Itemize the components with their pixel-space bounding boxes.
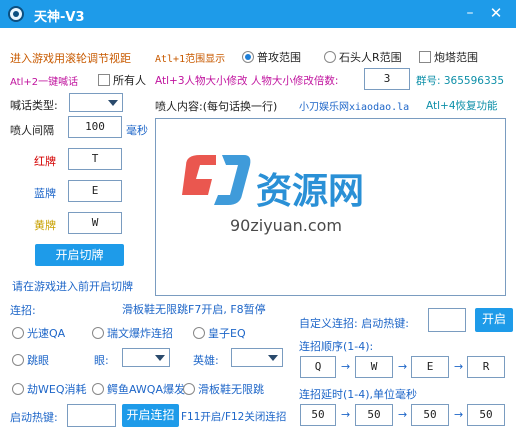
hero-dropdown[interactable] bbox=[231, 348, 283, 367]
site-link-text: 小刀娱乐网xiaodao.la bbox=[299, 102, 410, 113]
custom-delay-label: 连招延时(1-4),单位毫秒 bbox=[299, 388, 418, 401]
radio-unchecked-icon bbox=[324, 51, 336, 63]
chevron-down-icon bbox=[268, 354, 278, 361]
arrow-right-icon: → bbox=[341, 360, 351, 373]
combo-section-label: 连招: bbox=[10, 304, 36, 317]
delay-4-input[interactable]: 50 bbox=[467, 404, 505, 426]
watermark-logo: 资源网 90ziyuan.com bbox=[182, 155, 364, 235]
interval-label: 喷人间隔 bbox=[10, 124, 54, 137]
f11-f12-label: F11开启/F12关闭连招 bbox=[181, 411, 287, 423]
minimize-button[interactable]: – bbox=[460, 4, 480, 24]
combo-option-huangzi[interactable]: 皇子EQ bbox=[193, 325, 246, 341]
radio-unchecked-icon bbox=[92, 327, 104, 339]
combo-hotkey-input[interactable] bbox=[67, 404, 116, 427]
delay-1-input[interactable]: 50 bbox=[300, 404, 336, 426]
combo-option-guangsu[interactable]: 光速QA bbox=[12, 325, 65, 341]
arrow-right-icon: → bbox=[454, 360, 464, 373]
eye-dropdown[interactable] bbox=[122, 348, 170, 367]
checkbox-tower-range[interactable]: 炮塔范围 bbox=[419, 49, 478, 65]
radio-unchecked-icon bbox=[12, 383, 24, 395]
delay-2-input[interactable]: 50 bbox=[355, 404, 393, 426]
checkbox-all-players[interactable]: 所有人 bbox=[98, 72, 146, 88]
watermark-cn-text: 资源网 bbox=[256, 171, 364, 212]
combo-option-ruiwen[interactable]: 瑞文爆炸连招 bbox=[92, 325, 173, 341]
chevron-down-icon bbox=[155, 354, 165, 361]
combo-option-tiaoyan[interactable]: 跳眼 bbox=[12, 352, 49, 368]
scroll-hint-text: 进入游戏用滚轮调节视距 bbox=[10, 52, 131, 65]
group-number-label: 群号: 365596335 bbox=[416, 75, 504, 87]
order-key-3-input[interactable]: E bbox=[411, 356, 449, 378]
yellow-card-label: 黄牌 bbox=[34, 219, 56, 232]
order-key-4-input[interactable]: R bbox=[467, 356, 505, 378]
red-card-label: 红牌 bbox=[34, 155, 56, 168]
shout-content-label: 喷人内容:(每句话换一行) bbox=[155, 100, 278, 113]
delay-3-input[interactable]: 50 bbox=[411, 404, 449, 426]
shout-type-label: 喊话类型: bbox=[10, 99, 58, 112]
title-bar[interactable]: 天神-V3 – ✕ bbox=[0, 0, 516, 28]
arrow-right-icon: → bbox=[398, 360, 408, 373]
interval-input[interactable]: 100 bbox=[68, 116, 122, 138]
hero-label: 英雄: bbox=[193, 354, 219, 367]
radio-unchecked-icon bbox=[12, 354, 24, 366]
start-combo-button[interactable]: 开启连招 bbox=[122, 404, 179, 427]
combo-hotkey-label: 启动热键: bbox=[10, 411, 58, 424]
arrow-right-icon: → bbox=[454, 408, 464, 421]
order-key-2-input[interactable]: W bbox=[355, 356, 393, 378]
chevron-down-icon bbox=[108, 99, 118, 106]
yellow-card-key-input[interactable]: W bbox=[68, 212, 122, 234]
radio-unchecked-icon bbox=[183, 383, 195, 395]
custom-order-label: 连招顺序(1-4): bbox=[299, 340, 374, 353]
alt4-restore-label: Atl+4恢复功能 bbox=[426, 100, 498, 112]
ms-unit-label: 毫秒 bbox=[126, 124, 148, 137]
alt3-scale-label: Atl+3人物大小修改 人物大小修改倍数: bbox=[155, 75, 339, 87]
shout-type-dropdown[interactable] bbox=[69, 93, 123, 112]
radio-checked-icon bbox=[242, 51, 254, 63]
close-button[interactable]: ✕ bbox=[486, 4, 506, 24]
red-card-key-input[interactable]: T bbox=[68, 148, 122, 170]
card-switch-hint: 请在游戏进入前开启切牌 bbox=[12, 280, 133, 293]
arrow-right-icon: → bbox=[341, 408, 351, 421]
alt2-shout-label: Atl+2一键喊话 bbox=[10, 77, 79, 88]
alt1-range-label: Atl+1范围显示 bbox=[155, 54, 226, 65]
watermark-url-text: 90ziyuan.com bbox=[230, 216, 342, 235]
blue-card-label: 蓝牌 bbox=[34, 187, 56, 200]
arrow-right-icon: → bbox=[398, 408, 408, 421]
radio-unchecked-icon bbox=[12, 327, 24, 339]
shout-content-textarea[interactable]: 资源网 90ziyuan.com bbox=[155, 118, 506, 296]
radio-unchecked-icon bbox=[92, 383, 104, 395]
blue-card-key-input[interactable]: E bbox=[68, 180, 122, 202]
radio-stone-r-range[interactable]: 石头人R范围 bbox=[324, 49, 402, 65]
radio-unchecked-icon bbox=[193, 327, 205, 339]
window-title: 天神-V3 bbox=[34, 10, 85, 25]
watermark-90-icon bbox=[182, 155, 251, 205]
eye-label: 眼: bbox=[94, 354, 109, 367]
custom-hotkey-input[interactable] bbox=[428, 308, 466, 332]
order-key-1-input[interactable]: Q bbox=[300, 356, 336, 378]
scale-multiplier-input[interactable]: 3 bbox=[364, 68, 410, 90]
checkbox-icon bbox=[98, 74, 110, 86]
combo-option-eyu[interactable]: 鳄鱼AWQA爆发 bbox=[92, 381, 185, 397]
combo-option-jie[interactable]: 劫WEQ消耗 bbox=[12, 381, 87, 397]
checkbox-icon bbox=[419, 51, 431, 63]
custom-start-button[interactable]: 开启 bbox=[475, 308, 513, 332]
custom-combo-label: 自定义连招: 启动热键: bbox=[299, 317, 409, 330]
radio-normal-attack-range[interactable]: 普攻范围 bbox=[242, 49, 301, 65]
start-card-switch-button[interactable]: 开启切牌 bbox=[35, 244, 124, 266]
combo-option-huaban[interactable]: 滑板鞋无限跳 bbox=[183, 381, 264, 397]
skateboard-hotkey-label: 滑板鞋无限跳F7开启, F8暂停 bbox=[122, 303, 266, 316]
app-logo-icon bbox=[8, 6, 24, 22]
